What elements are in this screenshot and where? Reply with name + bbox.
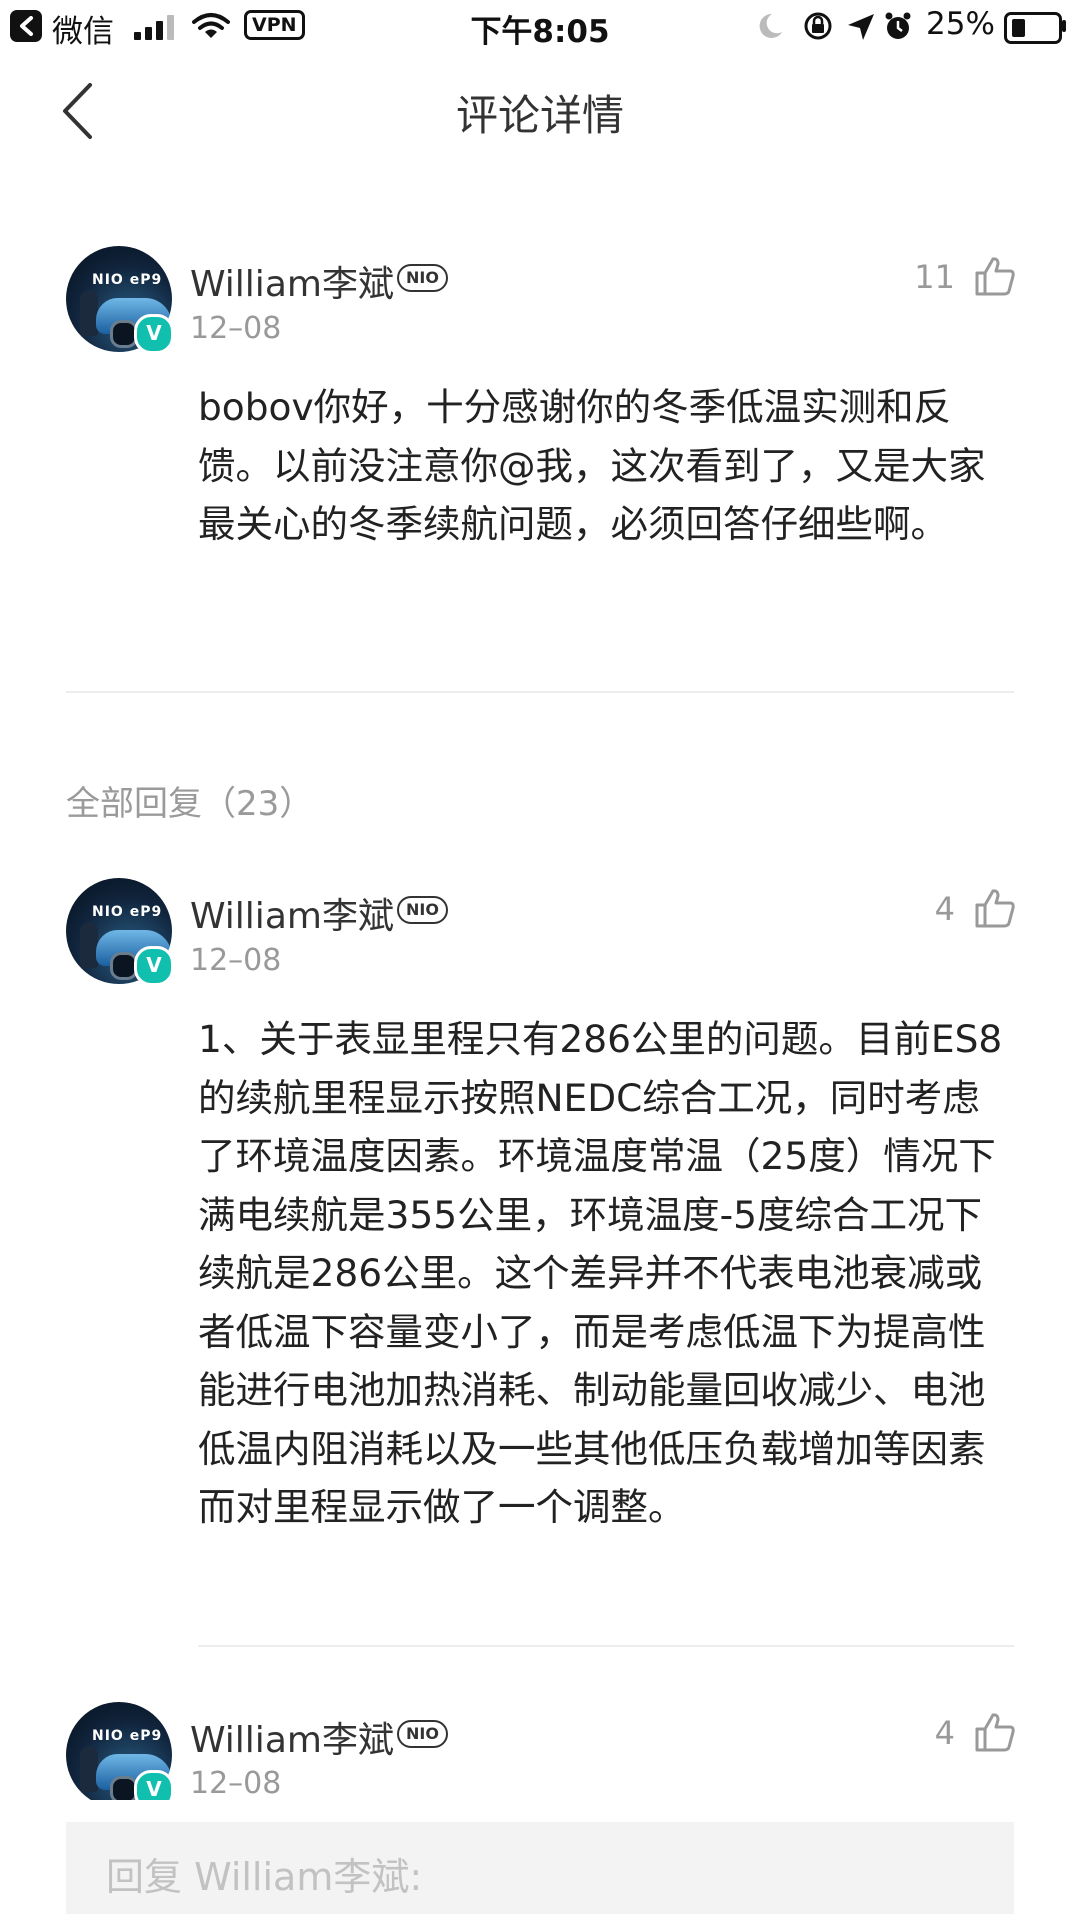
like-count: 11	[914, 258, 955, 296]
avatar-logo-text: NIO eP9	[92, 272, 163, 288]
reply-body: 1、关于表显里程只有286公里的问题。目前ES8的续航里程显示按照NEDC综合工…	[198, 1017, 1003, 1529]
clock: 下午8:05	[470, 14, 610, 50]
nio-badge: NIO	[397, 1720, 448, 1748]
verified-badge-icon: V	[134, 1770, 174, 1800]
thumbs-up-icon[interactable]	[974, 256, 1016, 296]
battery-icon	[1004, 12, 1062, 44]
reply-author[interactable]: William李斌	[190, 1711, 394, 1763]
system-status-icons	[759, 12, 911, 40]
page-title: 评论详情	[455, 91, 624, 140]
avatar-logo-text: NIO eP9	[92, 1728, 163, 1744]
thumbs-up-icon[interactable]	[974, 1712, 1016, 1752]
reply-item-clipped: NIO eP9 V William李斌 NIO 12–08 4	[0, 1690, 1080, 1800]
verified-badge-icon: V	[134, 314, 174, 354]
reply-placeholder: 回复 William李斌:	[106, 1855, 423, 1899]
comment-body: bobov你好，十分感谢你的冬季低温实测和反馈。以前没注意你@我，这次看到了，又…	[198, 385, 986, 546]
battery-percent: 25%	[926, 6, 995, 42]
thumbs-up-icon[interactable]	[974, 888, 1016, 928]
reply-date: 12–08	[190, 943, 282, 978]
comment-date: 12–08	[190, 311, 282, 346]
divider	[66, 691, 1014, 693]
nio-badge: NIO	[397, 896, 448, 924]
rotation-lock-icon	[804, 12, 832, 40]
reply-input[interactable]: 回复 William李斌:	[66, 1822, 1014, 1914]
moon-icon	[759, 13, 782, 38]
reply-author[interactable]: William李斌	[190, 887, 394, 939]
status-bar: 微信 VPN 下午8:05 25%	[0, 0, 1080, 56]
reply-date: 12–08	[190, 1766, 282, 1800]
nio-badge: NIO	[397, 264, 448, 292]
verified-badge-icon: V	[134, 946, 174, 986]
location-icon	[848, 14, 874, 40]
battery-cap	[1062, 20, 1066, 32]
alarm-icon	[885, 12, 911, 39]
replies-header: 全部回复（23）	[66, 784, 314, 824]
comment-author[interactable]: William李斌	[190, 255, 394, 307]
like-count: 4	[934, 1714, 955, 1752]
like-count: 4	[934, 890, 955, 928]
divider	[198, 1645, 1014, 1647]
avatar-logo-text: NIO eP9	[92, 904, 163, 920]
